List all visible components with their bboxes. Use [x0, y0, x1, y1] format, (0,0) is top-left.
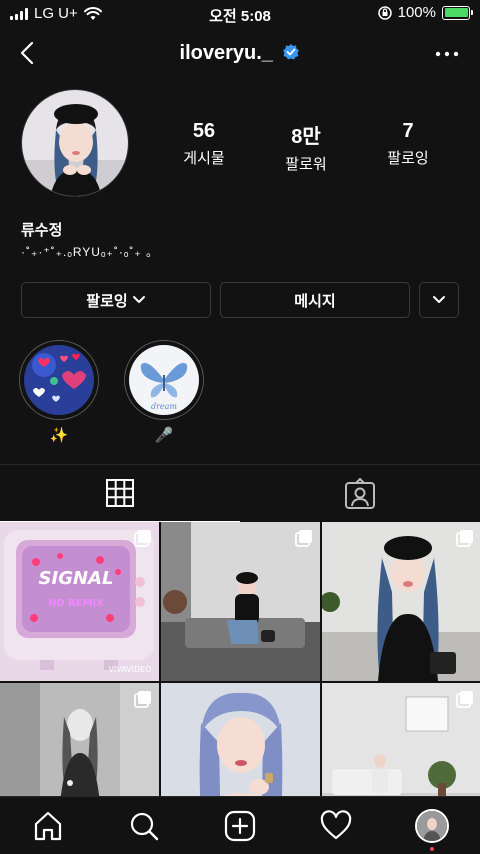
profile-avatar[interactable] [21, 89, 129, 197]
status-right: 100% [377, 4, 473, 21]
suggested-dropdown-button[interactable] [419, 282, 459, 318]
highlight-cover-hearts [24, 345, 94, 415]
profile-bio: ·˚₊·⁺˚₊.ₒRYUₒ₊˚·ₒ˚₊ 。 [21, 245, 160, 259]
following-label: 팔로잉 [387, 150, 429, 167]
multiple-posts-icon [456, 691, 473, 708]
grid-icon [106, 479, 134, 507]
nav-activity[interactable] [319, 809, 353, 843]
post-thumbnail[interactable] [322, 522, 480, 681]
following-button-label: 팔로잉 [86, 292, 128, 310]
notification-dot [430, 847, 434, 851]
multiple-posts-icon [134, 691, 151, 708]
post-thumbnail[interactable]: SIGNAL ND REMIX VIVAVIDEO [0, 522, 159, 681]
battery-icon [442, 5, 473, 20]
svg-text:dream: dream [151, 402, 177, 411]
svg-text:ND REMIX: ND REMIX [48, 598, 104, 609]
story-highlight-2[interactable]: dream 🎤 [124, 340, 204, 444]
battery-percent: 100% [397, 4, 436, 21]
multiple-posts-icon [134, 530, 151, 547]
story-highlight-1[interactable]: ✨ [19, 340, 99, 444]
nav-add-post[interactable] [223, 809, 257, 843]
highlight-cover-butterfly: dream [129, 345, 199, 415]
orientation-lock-icon [377, 5, 392, 20]
following-count: 7 [402, 120, 414, 142]
profile-name: 류수정 [21, 222, 63, 239]
post-thumbnail[interactable] [161, 522, 320, 681]
followers-label: 팔로워 [285, 156, 327, 173]
chevron-down-icon [132, 296, 145, 303]
tagged-icon [345, 477, 375, 509]
posts-label: 게시물 [183, 150, 225, 167]
home-icon [34, 811, 62, 841]
more-horizontal-icon[interactable] [434, 44, 460, 64]
following-stat[interactable]: 7 팔로잉 [358, 120, 458, 168]
chevron-down-icon [433, 296, 445, 303]
message-button[interactable]: 메시지 [220, 282, 410, 318]
profile-tabs [0, 464, 480, 522]
status-bar: LG U+ 오전 5:08 100% [0, 0, 480, 28]
bottom-navigation [0, 796, 480, 854]
search-icon [130, 812, 159, 841]
multiple-posts-icon [295, 530, 312, 547]
highlight-label-1: ✨ [49, 427, 69, 444]
nav-search[interactable] [127, 809, 161, 843]
svg-text:VIVAVIDEO: VIVAVIDEO [108, 665, 151, 674]
posts-stat[interactable]: 56 게시물 [154, 120, 254, 168]
followers-count: 8만 [291, 126, 321, 148]
following-button[interactable]: 팔로잉 [21, 282, 211, 318]
profile-avatar-icon [415, 809, 449, 843]
posts-count: 56 [192, 120, 216, 142]
add-post-icon [224, 810, 256, 842]
header-title: iloveryu._ [0, 42, 480, 65]
activity-heart-icon [320, 810, 352, 840]
followers-stat[interactable]: 8만 팔로워 [256, 120, 356, 174]
multiple-posts-icon [456, 530, 473, 547]
profile-header: iloveryu._ [0, 32, 480, 76]
nav-profile[interactable] [415, 809, 449, 851]
message-button-label: 메시지 [294, 292, 336, 310]
tab-posts-grid[interactable] [0, 465, 240, 522]
tab-tagged[interactable] [240, 465, 480, 522]
username: iloveryu._ [179, 42, 273, 64]
nav-home[interactable] [31, 809, 65, 843]
svg-text:SIGNAL: SIGNAL [39, 568, 114, 589]
verified-badge-icon [283, 44, 300, 60]
highlight-label-2: 🎤 [154, 427, 174, 444]
